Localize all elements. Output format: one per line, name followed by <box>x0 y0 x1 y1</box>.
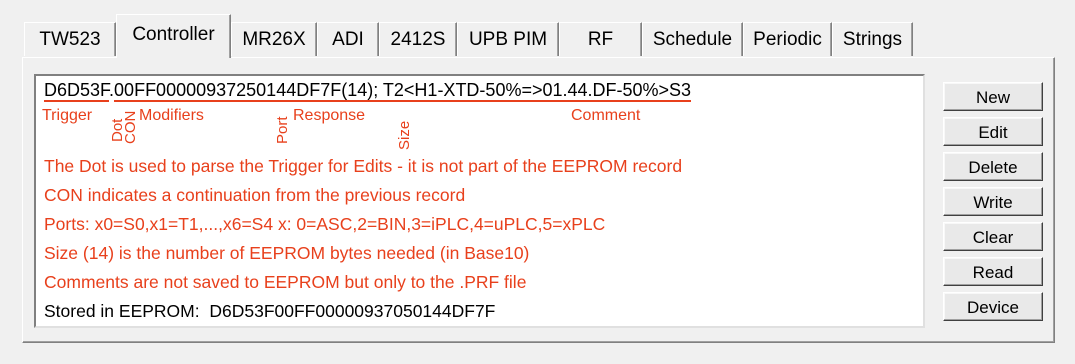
tab-tw523[interactable]: TW523 <box>24 22 116 56</box>
tab-upb-pim[interactable]: UPB PIM <box>457 22 559 56</box>
tab-2412s[interactable]: 2412S <box>379 22 457 56</box>
tab-rf[interactable]: RF <box>559 22 642 56</box>
tab-strings[interactable]: Strings <box>832 22 913 56</box>
tab-schedule[interactable]: Schedule <box>642 22 743 56</box>
tab-panel <box>22 57 1055 343</box>
tab-adi[interactable]: ADI <box>317 22 379 56</box>
tab-periodic[interactable]: Periodic <box>743 22 832 56</box>
tab-mr26x[interactable]: MR26X <box>231 22 317 56</box>
tab-controller[interactable]: Controller <box>116 14 231 58</box>
